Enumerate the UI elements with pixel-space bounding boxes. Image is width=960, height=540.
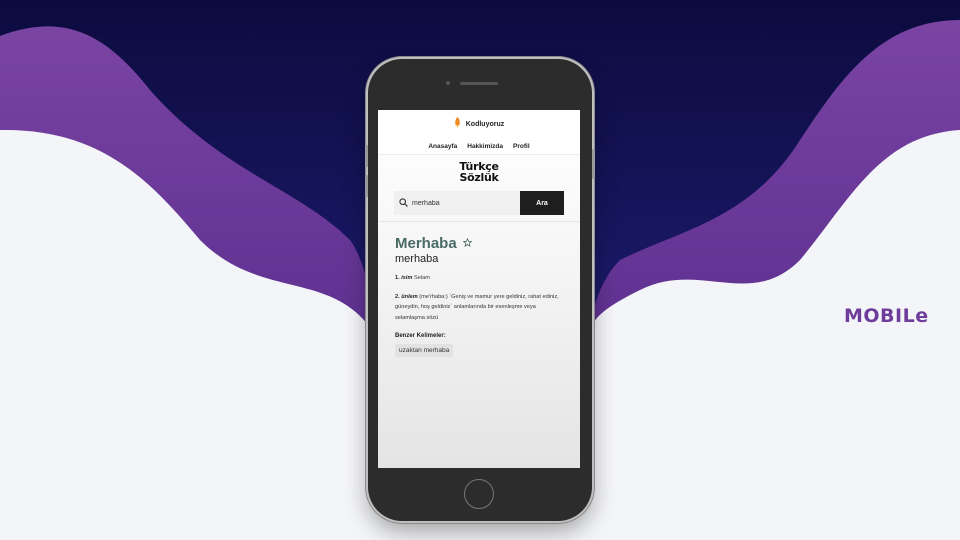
result-card: Merhaba merhaba 1. isim Selam 2. ünlem (… xyxy=(378,222,580,357)
word-subtitle: merhaba xyxy=(395,253,439,265)
definition-item: 1. isim Selam xyxy=(395,273,563,284)
similar-words-heading: Benzer Kelimeler: xyxy=(395,333,446,339)
logo-line: Sözlük xyxy=(459,171,499,184)
definition-type: ünlem xyxy=(401,293,418,300)
nav-item-about[interactable]: Hakkimizda xyxy=(467,143,503,150)
word-title: Merhaba xyxy=(395,234,457,252)
definition-number: 2. xyxy=(395,293,400,300)
rocket-icon xyxy=(454,115,461,133)
search-field xyxy=(394,191,520,215)
search-button[interactable]: Ara xyxy=(520,191,564,215)
phone-screen: Kodluyoruz Anasayfa Hakkimizda Profil Tü… xyxy=(378,110,580,468)
nav-item-home[interactable]: Anasayfa xyxy=(428,143,457,150)
nav-item-profile[interactable]: Profil xyxy=(513,143,530,150)
brand-name: Kodluyoruz xyxy=(465,120,505,128)
volume-button xyxy=(365,145,368,167)
home-button xyxy=(464,479,494,509)
volume-button xyxy=(365,175,368,197)
star-icon[interactable] xyxy=(462,234,473,252)
speaker-grille xyxy=(460,82,498,85)
brand[interactable]: Kodluyoruz xyxy=(378,110,580,133)
similar-word-chip[interactable]: uzaktan merhaba xyxy=(395,344,454,357)
definition-text: (me'rhaba:) `Geniş ve mamur yere geldini… xyxy=(395,293,559,321)
main-nav: Anasayfa Hakkimizda Profil xyxy=(378,143,580,150)
search-bar: Ara xyxy=(394,191,564,215)
definition-item: 2. ünlem (me'rhaba:) `Geniş ve mamur yer… xyxy=(395,292,563,324)
definition-text: Selam xyxy=(414,275,430,281)
phone-mockup: Kodluyoruz Anasayfa Hakkimizda Profil Tü… xyxy=(365,59,595,521)
definition-type: isim xyxy=(401,275,413,281)
mobile-label: MOBILe xyxy=(844,305,929,327)
search-input[interactable] xyxy=(412,199,502,207)
front-camera xyxy=(446,81,450,85)
site-logo[interactable]: Türkçe Sözlük xyxy=(459,161,499,184)
search-icon xyxy=(399,194,408,212)
definition-number: 1. xyxy=(395,275,400,281)
power-button xyxy=(592,149,595,179)
app-header: Kodluyoruz Anasayfa Hakkimizda Profil xyxy=(378,110,580,155)
